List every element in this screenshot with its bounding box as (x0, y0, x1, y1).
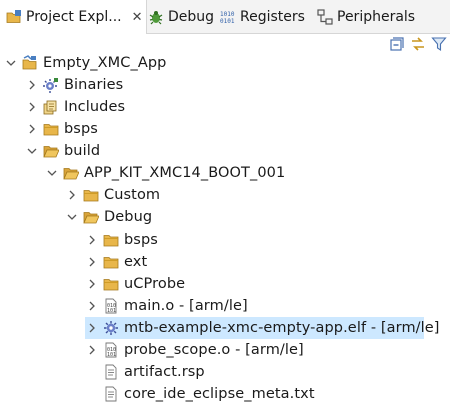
peripherals-icon (317, 8, 333, 25)
tree-item-binaries[interactable]: Binaries (25, 74, 123, 96)
object-file-icon: 010 101 (103, 298, 119, 314)
tab-label: Registers (240, 8, 305, 25)
tab-peripherals[interactable]: Peripherals (317, 0, 415, 33)
tree-item-core-ide-eclipse-meta[interactable]: core_ide_eclipse_meta.txt (103, 383, 315, 405)
chevron-right-icon[interactable] (25, 78, 39, 92)
tree-item-label: Empty_XMC_App (43, 55, 167, 71)
tab-debug[interactable]: Debug (148, 0, 214, 33)
chevron-right-icon[interactable] (85, 299, 99, 313)
folder-icon (43, 121, 59, 137)
tree-item-label: Binaries (64, 77, 124, 93)
folder-icon (103, 232, 119, 248)
tree-item-label: ext (124, 254, 148, 270)
executable-file-icon (103, 320, 119, 336)
tree-item-label: probe_scope.o - [arm/le] (124, 342, 304, 358)
tree-item-label: uCProbe (124, 276, 186, 292)
chevron-right-icon[interactable] (85, 321, 99, 335)
chevron-right-icon[interactable] (85, 233, 99, 247)
tree-item-label: Custom (104, 187, 161, 203)
close-icon[interactable]: ✕ (132, 10, 143, 25)
tab-label: Peripherals (337, 8, 416, 25)
filter-icon[interactable] (431, 36, 447, 52)
link-with-editor-icon[interactable] (410, 36, 426, 52)
tree-item-main-o[interactable]: 010 101 main.o - [arm/le] (85, 295, 248, 317)
project-icon (22, 55, 38, 71)
tree-item-label: build (64, 143, 101, 159)
chevron-right-icon[interactable] (65, 188, 79, 202)
tree-item-debug[interactable]: Debug (65, 206, 152, 228)
folder-open-icon (63, 165, 80, 181)
chevron-right-icon[interactable] (85, 255, 99, 269)
chevron-down-icon[interactable] (65, 210, 79, 224)
tree-item-empty-xmc-app[interactable]: Empty_XMC_App (4, 52, 166, 74)
tree-item-debug-bsps[interactable]: bsps (85, 229, 158, 251)
tree-item-label: core_ide_eclipse_meta.txt (124, 386, 315, 402)
tree-item-probe-scope-o[interactable]: 010 101 probe_scope.o - [arm/le] (85, 339, 304, 361)
tree-item-ext[interactable]: ext (85, 251, 147, 273)
object-file-icon: 010 101 (103, 342, 119, 358)
svg-text:0101: 0101 (220, 18, 235, 25)
tree-item-label: bsps (124, 232, 158, 248)
tab-label: Project Expl... (26, 9, 122, 25)
debug-bug-icon (148, 9, 164, 25)
folder-open-icon (83, 209, 100, 225)
svg-text:101: 101 (107, 352, 116, 358)
tree-item-bsps[interactable]: bsps (25, 118, 98, 140)
text-file-icon (103, 386, 119, 402)
folder-icon (103, 276, 119, 292)
view-tab-bar: Project Expl... ✕ Debug 1010 0101 Regist… (0, 0, 450, 34)
includes-icon (43, 99, 59, 115)
tree-item-includes[interactable]: Includes (25, 96, 125, 118)
tree-item-build[interactable]: build (25, 140, 100, 162)
tree-item-elf-selected[interactable]: mtb-example-xmc-empty-app.elf - [arm/le] (85, 317, 439, 339)
tab-project-explorer[interactable]: Project Expl... ✕ (0, 0, 147, 34)
chevron-down-icon[interactable] (4, 56, 18, 70)
collapse-all-icon[interactable] (389, 36, 405, 52)
chevron-right-icon[interactable] (85, 277, 99, 291)
tree-item-label: bsps (64, 121, 98, 137)
tree-item-custom[interactable]: Custom (65, 184, 160, 206)
svg-text:101: 101 (107, 308, 116, 314)
project-explorer-icon (6, 9, 22, 25)
chevron-down-icon[interactable] (25, 144, 39, 158)
tree-item-label: artifact.rsp (124, 364, 205, 380)
tab-label: Debug (168, 8, 215, 25)
tree-item-label: Debug (104, 209, 153, 225)
chevron-right-icon[interactable] (25, 122, 39, 136)
binaries-icon (43, 77, 59, 93)
folder-icon (83, 187, 99, 203)
tree-item-label: mtb-example-xmc-empty-app.elf - [arm/le] (124, 320, 440, 336)
tree-item-label: APP_KIT_XMC14_BOOT_001 (84, 165, 286, 181)
tree-item-ucprobe[interactable]: uCProbe (85, 273, 185, 295)
tree-item-artifact-rsp[interactable]: artifact.rsp (103, 361, 205, 383)
tab-registers[interactable]: 1010 0101 Registers (220, 0, 305, 33)
chevron-down-icon[interactable] (45, 166, 59, 180)
tree-item-app-kit-xmc14-boot-001[interactable]: APP_KIT_XMC14_BOOT_001 (45, 162, 285, 184)
chevron-right-icon[interactable] (25, 100, 39, 114)
folder-open-icon (43, 143, 60, 159)
tree-item-label: Includes (64, 99, 126, 115)
svg-text:1010: 1010 (220, 11, 235, 18)
chevron-right-icon[interactable] (85, 343, 99, 357)
text-file-icon (103, 364, 119, 380)
registers-icon: 1010 0101 (220, 9, 236, 25)
tree-item-label: main.o - [arm/le] (124, 298, 248, 314)
folder-icon (103, 254, 119, 270)
